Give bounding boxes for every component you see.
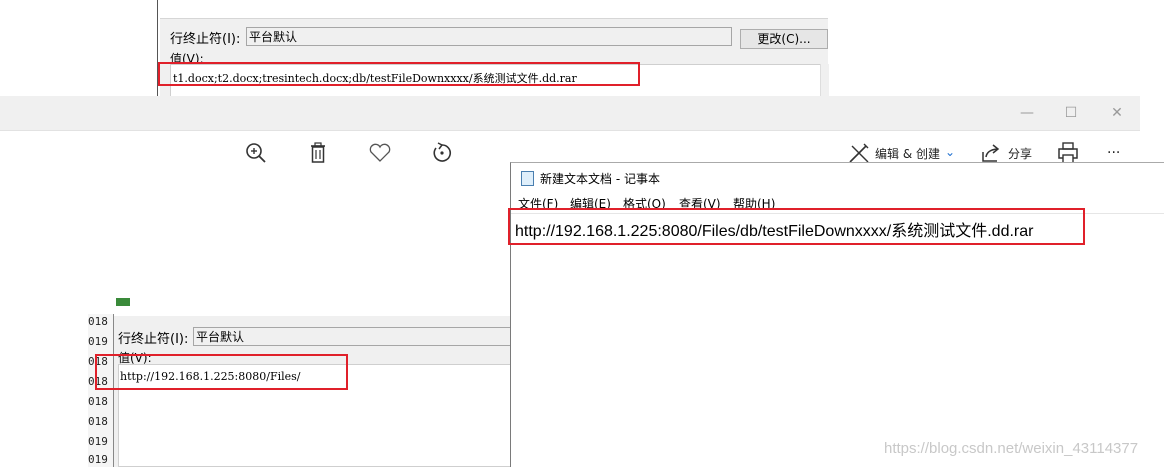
highlight-box [158, 62, 640, 86]
gutter-number: 018 [88, 315, 108, 328]
highlight-box [95, 354, 348, 390]
photos-titlebar [0, 96, 1140, 131]
gutter-number: 018 [88, 415, 108, 428]
zoom-in-icon[interactable] [242, 140, 270, 166]
line-ending-field[interactable]: 平台默认 [193, 327, 512, 346]
notepad-title: 新建文本文档 - 记事本 [540, 172, 660, 186]
gutter-number: 019 [88, 335, 108, 348]
edit-create-label[interactable]: 编辑 & 创建 [875, 145, 940, 162]
delete-icon[interactable] [304, 140, 332, 166]
share-label[interactable]: 分享 [1008, 145, 1032, 162]
rotate-icon[interactable] [428, 140, 456, 166]
watermark: https://blog.csdn.net/weixin_43114377 [884, 440, 1139, 457]
chevron-down-icon[interactable]: ⌄ [945, 145, 955, 159]
minimize-button[interactable]: — [1004, 96, 1050, 130]
dialog-app-icon [116, 298, 130, 306]
value-scrollbar[interactable] [820, 64, 829, 100]
heart-icon[interactable] [366, 140, 394, 166]
maximize-button[interactable]: ☐ [1048, 96, 1094, 130]
close-button[interactable]: ✕ [1094, 96, 1140, 130]
change-button[interactable]: 更改(C)... [740, 29, 828, 49]
gutter-number: 019 [88, 453, 108, 466]
gutter-number: 018 [88, 395, 108, 408]
line-ending-label: 行终止符(I): [170, 32, 241, 47]
line-ending-label: 行终止符(I): [118, 332, 189, 347]
more-icon[interactable]: ··· [1107, 145, 1120, 161]
line-ending-field[interactable]: 平台默认 [246, 27, 732, 46]
notepad-icon [521, 171, 534, 186]
gutter-number: 019 [88, 435, 108, 448]
highlight-box [508, 208, 1085, 245]
